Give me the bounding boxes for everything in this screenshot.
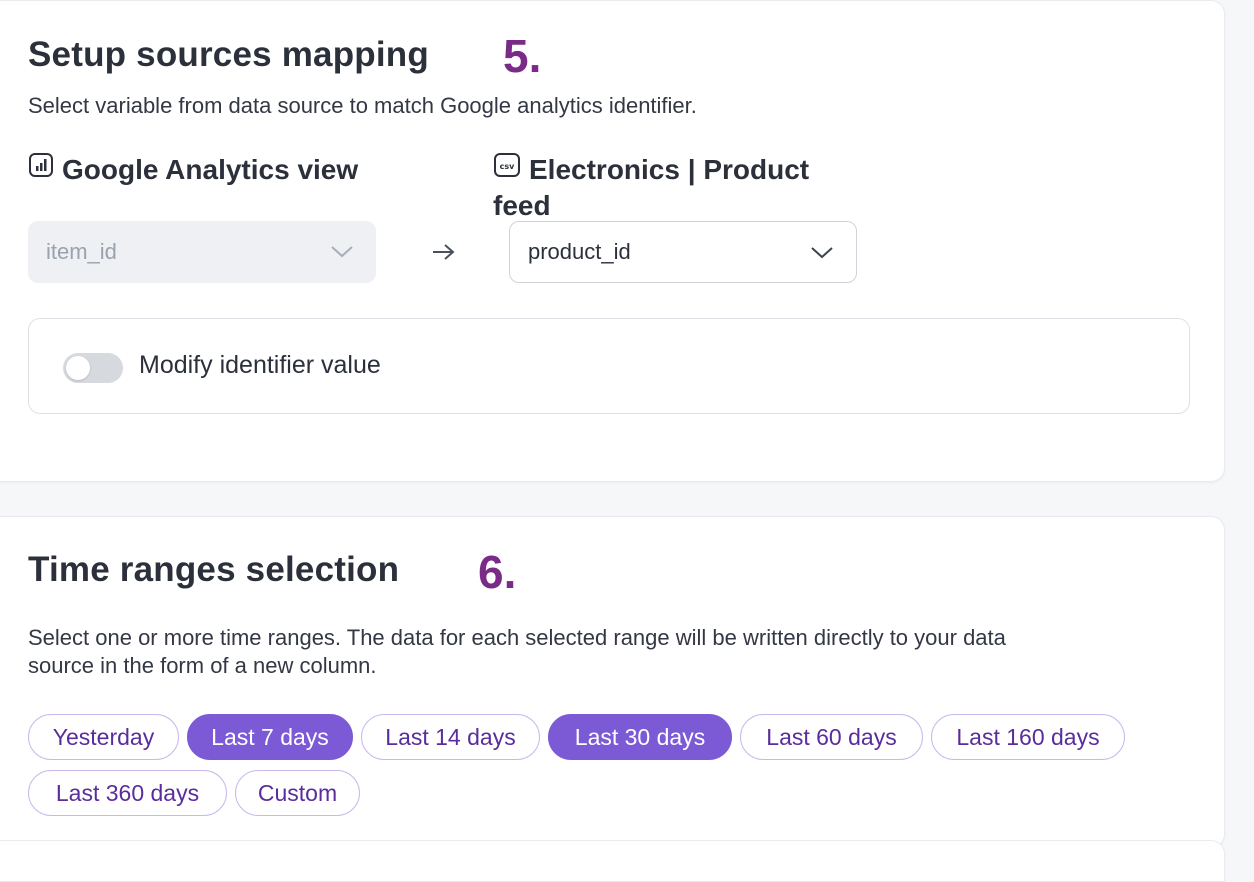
section-title: Setup sources mapping <box>28 35 429 74</box>
chip-last-160-days[interactable]: Last 160 days <box>931 714 1125 760</box>
data-source-label-line2: feed <box>493 189 551 221</box>
modify-identifier-toggle[interactable] <box>63 353 123 383</box>
svg-text:csv: csv <box>500 162 516 171</box>
step-number: 5. <box>503 30 542 82</box>
chip-last-7-days[interactable]: Last 7 days <box>187 714 353 760</box>
modify-identifier-label: Modify identifier value <box>139 351 381 379</box>
chip-last-14-days[interactable]: Last 14 days <box>361 714 540 760</box>
chip-last-360-days[interactable]: Last 360 days <box>28 770 227 816</box>
ga-identifier-value: item_id <box>46 239 117 264</box>
chevron-down-icon[interactable] <box>810 242 834 268</box>
section-title: Time ranges selection <box>28 550 400 589</box>
time-ranges-card: Time ranges selection 6. Select one or m… <box>0 516 1225 848</box>
section-description: Select one or more time ranges. The data… <box>28 624 1006 680</box>
chip-yesterday[interactable]: Yesterday <box>28 714 179 760</box>
analytics-chart-icon <box>28 152 54 186</box>
description-line-2: source in the form of a new column. <box>28 653 377 678</box>
modify-identifier-panel: Modify identifier value <box>28 318 1190 414</box>
arrow-right-icon <box>431 241 457 268</box>
ga-view-label-text: Google Analytics view <box>62 154 359 185</box>
chip-custom[interactable]: Custom <box>235 770 360 816</box>
next-card-edge <box>0 840 1225 882</box>
ga-identifier-select: item_id <box>28 221 376 283</box>
source-identifier-value: product_id <box>528 239 631 264</box>
chevron-down-icon <box>330 241 354 267</box>
data-source-label: csv Electronics | Product feed <box>493 152 810 223</box>
chip-last-60-days[interactable]: Last 60 days <box>740 714 923 760</box>
section-description: Select variable from data source to matc… <box>28 93 697 118</box>
ga-view-label: Google Analytics view <box>28 152 359 189</box>
step-number: 6. <box>478 546 517 598</box>
source-identifier-select[interactable]: product_id <box>509 221 857 283</box>
data-source-label-line1: Electronics | Product <box>529 154 810 185</box>
sources-mapping-card: Setup sources mapping 5. Select variable… <box>0 0 1225 482</box>
chip-last-30-days[interactable]: Last 30 days <box>548 714 732 760</box>
description-line-1: Select one or more time ranges. The data… <box>28 625 1006 650</box>
csv-file-icon: csv <box>493 152 521 186</box>
toggle-knob <box>66 356 90 380</box>
